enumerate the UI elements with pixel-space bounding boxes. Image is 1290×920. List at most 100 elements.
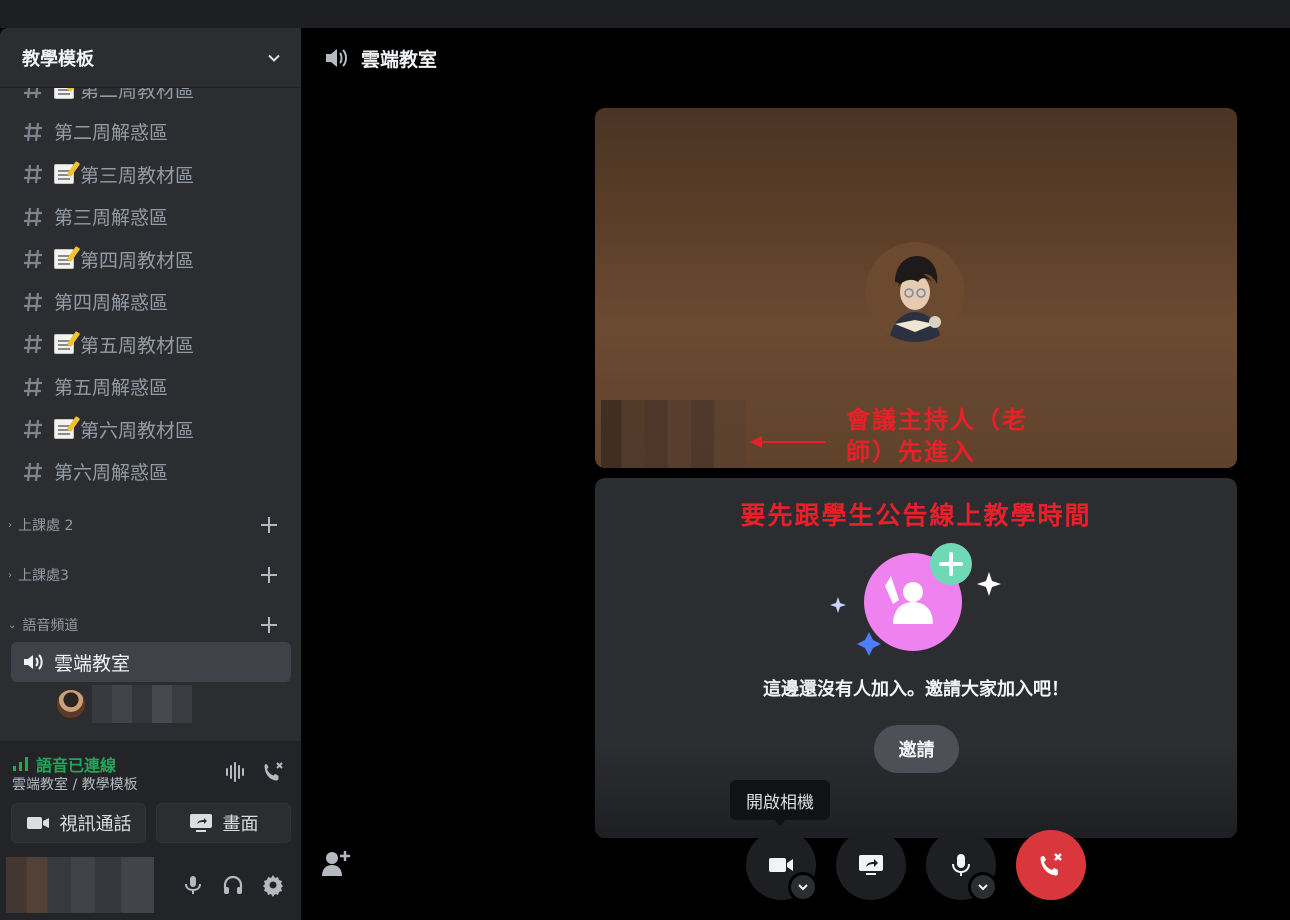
category-caret-icon: › (8, 569, 12, 581)
main-header: 雲端教室 (301, 28, 1290, 88)
chevron-down-icon (798, 884, 808, 891)
invite-illustration (830, 543, 1001, 656)
server-name: 教學模板 (22, 48, 94, 70)
server-header[interactable]: 教學模板 (0, 28, 301, 88)
memo-icon (54, 88, 74, 99)
category-label: 上課處 2 (18, 518, 74, 534)
chevron-down-icon (268, 54, 280, 62)
headphones-icon[interactable] (221, 873, 245, 897)
screen-share-button[interactable]: 畫面 (156, 803, 291, 843)
chevron-down-icon (978, 884, 988, 891)
category-caret-icon: › (8, 519, 12, 531)
channel-category[interactable]: › 上課處3 (0, 563, 301, 587)
disconnect-button[interactable] (1016, 830, 1086, 900)
channel-label: 第二周教材區 (80, 88, 195, 102)
memo-icon (54, 334, 74, 354)
participant-avatar (865, 242, 965, 342)
voice-channel-item[interactable]: 雲端教室 (11, 642, 291, 682)
microphone-options-button[interactable] (968, 872, 998, 902)
hashtag-icon (24, 419, 42, 439)
channel-label: 第三周教材區 (80, 164, 195, 187)
hashtag-icon (24, 207, 42, 226)
invite-button[interactable]: 邀請 (874, 725, 959, 773)
add-channel-icon[interactable] (259, 613, 279, 637)
channel-item[interactable]: 第三周教材區 (10, 154, 291, 194)
screen-share-control[interactable] (836, 830, 906, 900)
signal-icon (13, 757, 28, 771)
hashtag-icon (24, 122, 42, 141)
annotation-notice: 要先跟學生公告線上教學時間 (740, 501, 1092, 530)
channel-item[interactable]: 第六周解惑區 (10, 452, 291, 492)
channel-item[interactable]: 第三周解惑區 (10, 197, 291, 237)
voice-channel-label: 雲端教室 (54, 652, 131, 675)
channel-label: 第四周解惑區 (54, 292, 169, 314)
channel-item[interactable]: 第五周解惑區 (10, 367, 291, 407)
window-top-bar (0, 0, 1290, 28)
speaker-icon (24, 654, 43, 670)
member-name-pixelated (92, 685, 192, 723)
hashtag-icon (24, 462, 42, 481)
channel-title: 雲端教室 (361, 48, 438, 71)
hashtag-icon (24, 334, 42, 354)
hashtag-icon (24, 377, 42, 396)
channel-label: 第二周解惑區 (54, 122, 169, 144)
channel-item[interactable]: 第四周教材區 (10, 239, 291, 279)
user-info-pixelated[interactable] (6, 857, 154, 913)
settings-gear-icon[interactable] (261, 873, 285, 897)
channel-item[interactable]: 第二周解惑區 (10, 112, 291, 152)
hang-up-icon (1040, 853, 1062, 876)
channel-item[interactable]: 第四周解惑區 (10, 282, 291, 322)
channel-item[interactable]: 第五周教材區 (10, 324, 291, 364)
camera-tooltip: 開啟相機 (730, 780, 830, 826)
screen-share-icon (189, 814, 212, 832)
add-channel-icon[interactable] (259, 563, 279, 587)
annotation-arrow (750, 436, 826, 448)
channel-label: 第五周教材區 (80, 334, 195, 357)
disconnect-icon[interactable] (261, 760, 285, 784)
speaker-icon (326, 49, 347, 67)
noise-suppression-icon[interactable] (223, 760, 247, 784)
channel-category[interactable]: ⌄ 語音頻道 (0, 613, 301, 637)
screen-share-label: 畫面 (222, 814, 259, 835)
voice-status[interactable]: 語音已連線 (12, 752, 116, 776)
voice-member[interactable] (56, 684, 286, 724)
channel-label: 第六周解惑區 (54, 462, 169, 484)
avatar-illustration (865, 242, 965, 342)
voice-connection-panel: 語音已連線 雲端教室 / 教學模板 視訊通話 畫面 (0, 741, 301, 853)
channel-category[interactable]: › 上課處 2 (0, 513, 301, 537)
channel-list: 第二周教材區第二周解惑區第三周教材區第三周解惑區第四周教材區第四周解惑區第五周教… (0, 88, 301, 768)
microphone-icon[interactable] (181, 873, 205, 897)
channel-label: 第四周教材區 (80, 249, 195, 272)
voice-location[interactable]: 雲端教室 / 教學模板 (12, 774, 138, 794)
user-panel (0, 853, 301, 920)
avatar (56, 689, 86, 719)
video-call-button[interactable]: 視訊通話 (11, 803, 146, 843)
voice-status-text: 語音已連線 (36, 756, 117, 775)
channel-label: 第三周解惑區 (54, 207, 169, 229)
add-user-icon[interactable] (320, 848, 352, 876)
add-channel-icon[interactable] (259, 513, 279, 537)
annotation-host: 會議主持人（老師）先進入 (846, 406, 1028, 466)
category-label: 語音頻道 (22, 618, 79, 634)
camera-icon (26, 817, 49, 829)
camera-options-button[interactable] (788, 872, 818, 902)
memo-icon (54, 249, 74, 269)
channel-item[interactable]: 第二周教材區 (10, 88, 291, 109)
channel-label: 第六周教材區 (80, 419, 195, 442)
memo-icon (54, 164, 74, 184)
memo-icon (54, 419, 74, 439)
hashtag-icon (24, 292, 42, 311)
hashtag-icon (24, 88, 41, 99)
hashtag-icon (24, 164, 42, 184)
invite-panel: 要先跟學生公告線上教學時間 這邊還沒有人加入。邀請大家加入吧！ 邀請 (595, 478, 1237, 838)
category-caret-icon: ⌄ (8, 619, 17, 631)
screen-share-icon (859, 855, 883, 875)
video-call-label: 視訊通話 (59, 814, 132, 835)
channel-label: 第五周解惑區 (54, 377, 169, 399)
hashtag-icon (24, 249, 42, 269)
channel-sidebar: 教學模板 第二周教材區第二周解惑區第三周教材區第三周解惑區第四周教材區第四周解惑… (0, 28, 301, 920)
channel-item[interactable]: 第六周教材區 (10, 409, 291, 449)
participant-name-pixelated (601, 400, 746, 468)
category-label: 上課處3 (18, 568, 69, 584)
empty-state-message: 這邊還沒有人加入。邀請大家加入吧！ (763, 679, 1069, 700)
